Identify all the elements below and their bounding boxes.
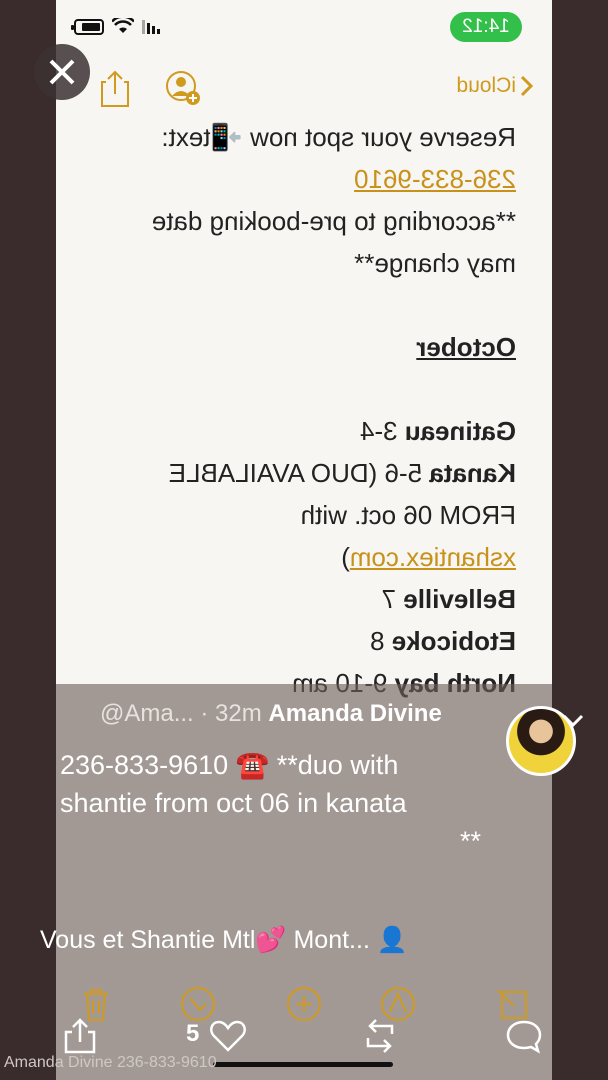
city-name: Etobicoke — [391, 626, 516, 656]
like-count: 5 — [186, 1020, 200, 1047]
author-name[interactable]: Amanda Divine — [268, 700, 441, 727]
close-icon — [49, 59, 75, 85]
back-label: iCloud — [456, 74, 516, 97]
status-bar: 14:12 — [56, 12, 552, 46]
duo-line: FROM 06 oct. with — [300, 500, 516, 530]
chevron-left-icon — [520, 75, 534, 97]
add-people-icon[interactable] — [166, 68, 200, 108]
comment-icon[interactable] — [504, 1016, 544, 1056]
city-name: Gatineau — [404, 416, 516, 446]
user-icon: 👤 — [376, 926, 408, 954]
caption-line: 236-833-9610 ☎️ **duo with — [60, 750, 399, 780]
schedule-row: Kanata 5-6 (DUO AVAILABLE — [96, 452, 516, 494]
note-line: **according to pre-booking date — [151, 206, 516, 236]
repost-icon[interactable] — [360, 1016, 400, 1056]
heart-icon[interactable] — [208, 1016, 248, 1056]
post-caption: 236-833-9610 ☎️ **duo with shantie from … — [60, 746, 482, 860]
signal-icon — [142, 19, 160, 34]
city-dates: 8 — [370, 626, 392, 656]
duo-link-row: xshantiex.com) — [96, 536, 516, 578]
watermark-text: Amanda Divine 236-833-9610 — [4, 1054, 217, 1071]
music-row[interactable]: Vous et Shantie Mtl💕 Mont... 👤 — [40, 926, 408, 955]
caption-line: ** — [460, 826, 482, 856]
website-link[interactable]: xshantiex.com — [350, 542, 516, 572]
left-background — [552, 0, 608, 1080]
month-heading: October — [416, 332, 516, 362]
duo-close: ) — [341, 542, 350, 572]
back-button[interactable]: iCloud — [456, 74, 534, 98]
schedule-row: Gatineau 3-4 — [96, 410, 516, 452]
note-body: Reserve your spot now 📲text: 236-833-961… — [96, 116, 516, 704]
city-dates: 3-4 — [359, 416, 405, 446]
author-meta: @Ama... · 32m — [100, 700, 262, 727]
wifi-icon — [111, 15, 135, 35]
city-dates: 5-6 (DUO AVAILABLE — [168, 458, 430, 488]
note-line: may change** — [354, 248, 516, 278]
system-icons — [74, 15, 160, 35]
post-author-row: @Ama... · 32m Amanda Divine — [100, 700, 442, 728]
city-name: Kanata — [429, 458, 516, 488]
note-line: Reserve your spot now 📲text: — [161, 122, 516, 152]
home-indicator — [213, 1062, 393, 1067]
share-icon[interactable] — [98, 68, 132, 108]
chevron-down-icon[interactable] — [558, 706, 588, 736]
caption-line: shantie from oct 06 in kanata — [60, 788, 407, 818]
share-icon[interactable] — [60, 1016, 100, 1056]
close-button[interactable] — [34, 44, 90, 100]
mirrored-screen: 14:12 iCloud Reserve your spot now 📲text… — [0, 0, 608, 1080]
music-title: Vous et Shantie Mtl💕 Mont... — [40, 926, 370, 954]
city-dates: 7 — [381, 584, 404, 614]
right-background — [0, 0, 56, 1080]
status-time: 14:12 — [450, 12, 522, 42]
battery-icon — [74, 18, 104, 35]
note-toolbar: iCloud — [56, 64, 552, 112]
city-name: Belleville — [403, 584, 516, 614]
schedule-row: Etobicoke 8 — [96, 620, 516, 662]
phone-link[interactable]: 236-833-9610 — [96, 158, 516, 200]
schedule-row: Belleville 7 — [96, 578, 516, 620]
